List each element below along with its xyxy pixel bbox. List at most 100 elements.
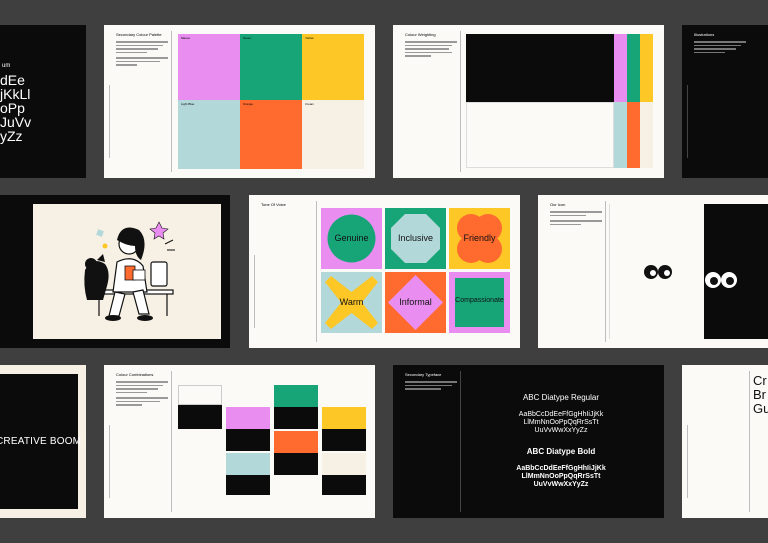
weight-cream [640,102,653,168]
combo-black [226,429,270,451]
swatch-green: Green [240,34,302,100]
combo-orange [274,431,318,453]
tone-genuine: Genuine [321,208,382,269]
combo-cream [178,385,222,405]
weight-yellow [640,34,653,102]
swatch-mauve: Mauve [178,34,240,100]
cut-type-line: Cr [753,373,767,388]
tone-label: Informal [399,297,432,307]
weight-white [466,102,614,168]
weight-green [627,34,640,102]
tone-label: Inclusive [397,233,433,243]
regular-line: AaBbCcDdEeFfGgHhIiJjKk [518,411,604,418]
tone-label: Warm [339,297,364,307]
tone-inclusive: Inclusive [385,208,446,269]
woman-with-dog-illustration [84,221,175,321]
bold-line: AaBbCcDdEeFfGgHhIiJjKk [516,465,606,472]
divider [109,85,110,158]
specimen-line: JuVv [0,114,32,130]
icon-panel-dark [704,204,768,339]
card-title: Illustrations [694,32,715,37]
divider [749,371,750,512]
card-title: Tone Of Voice [261,202,286,207]
tone-label: Genuine [334,233,369,243]
swatch-name: Orange [243,102,254,106]
cut-type-line: Gu [753,401,768,416]
card-title: Secondary Colour Palette [116,32,162,37]
combo-magenta [226,407,270,429]
combo-black [322,429,366,451]
colour-weighting-card: Colour Weighting [393,25,664,178]
specimen-line: dEe [0,72,25,88]
tone-compassionate: Compassionate [449,272,510,333]
cut-type-card: Cr Br Gu [682,365,768,518]
specimen-lines: dEe jKkLl oPp JuVv yZz [0,73,31,143]
regular-name: ABC Diatype Regular [522,393,600,402]
combo-black [274,453,318,475]
divider [460,31,461,172]
swatch-cream: Cream [302,100,364,169]
card-title: Colour Combinations [116,372,154,377]
body-text [116,381,168,406]
swatch-name: Light Blue [181,102,195,106]
creative-boom-wordmark: CREATIVE BOOM [0,436,82,447]
body-text [116,41,168,66]
divider [687,425,688,498]
swatch-light-blue: Light Blue [178,100,240,169]
regular-line: LlMmNnOoPpQqRrSsTt [523,419,599,426]
type-specimen-card: um dEe jKkLl oPp JuVv yZz [0,25,86,178]
divider [687,85,688,158]
body-text [405,381,457,390]
cut-type-line: Br [753,387,766,402]
bold-line: UuVvWwXxYyZz [533,481,589,488]
combo-black [322,475,366,495]
creative-boom-card: CREATIVE BOOM [0,365,86,518]
our-icon-card: Our Icon [538,195,768,348]
divider [171,31,172,172]
weight-black [466,34,614,102]
creative-boom-panel: CREATIVE BOOM [0,374,82,509]
divider [109,425,110,498]
body-text [550,211,602,225]
card-title: Secondary Typeface [405,372,442,377]
specimen-line: jKkLl [0,86,31,102]
tone-warm: Warm [321,272,382,333]
swatch-name: Yellow [305,36,314,40]
weight-blue [614,102,627,168]
body-text [405,41,457,57]
eyes-icon [705,272,737,288]
specimen-line: oPp [0,100,25,116]
swatch-orange: Orange [240,100,302,169]
swatch-name: Mauve [181,36,191,40]
secondary-typeface-card: Secondary Typeface ABC Diatype Regular A… [393,365,664,518]
cut-type-lines: Cr Br Gu [753,374,768,416]
bold-line: LlMmNnOoPpQqRrSsTt [521,473,601,480]
tone-of-voice-card: Tone Of Voice Genuine Inclusive Friendly… [249,195,520,348]
card-title: Colour Weighting [405,32,436,37]
tone-friendly: Friendly [449,208,510,269]
swatch-yellow: Yellow [302,34,364,100]
combo-blue [226,453,270,475]
specimen-header: um [2,63,11,69]
divider [171,371,172,512]
typeface-specimen: ABC Diatype Regular AaBbCcDdEeFfGgHhIiJj… [465,393,657,489]
divider [316,201,317,342]
tone-informal: Informal [385,272,446,333]
secondary-palette-card: Secondary Colour Palette Mauve Green Yel… [104,25,375,178]
bold-name: ABC Diatype Bold [526,447,596,456]
specimen-line: yZz [0,128,23,144]
icon-panel-light [609,204,705,339]
illustration-canvas [33,204,221,339]
combo-yellow [322,407,366,429]
combo-black [178,405,222,429]
card-title: Our Icon [550,202,566,207]
tone-label: Compassionate [455,297,504,304]
eyes-icon [644,265,672,279]
swatch-name: Cream [305,102,315,106]
illustrations-card: Illustrations [682,25,768,178]
tone-label: Friendly [463,233,496,243]
weight-magenta [614,34,627,102]
illustration-card [0,195,230,348]
combo-cream [322,453,366,475]
combo-green [274,385,318,407]
